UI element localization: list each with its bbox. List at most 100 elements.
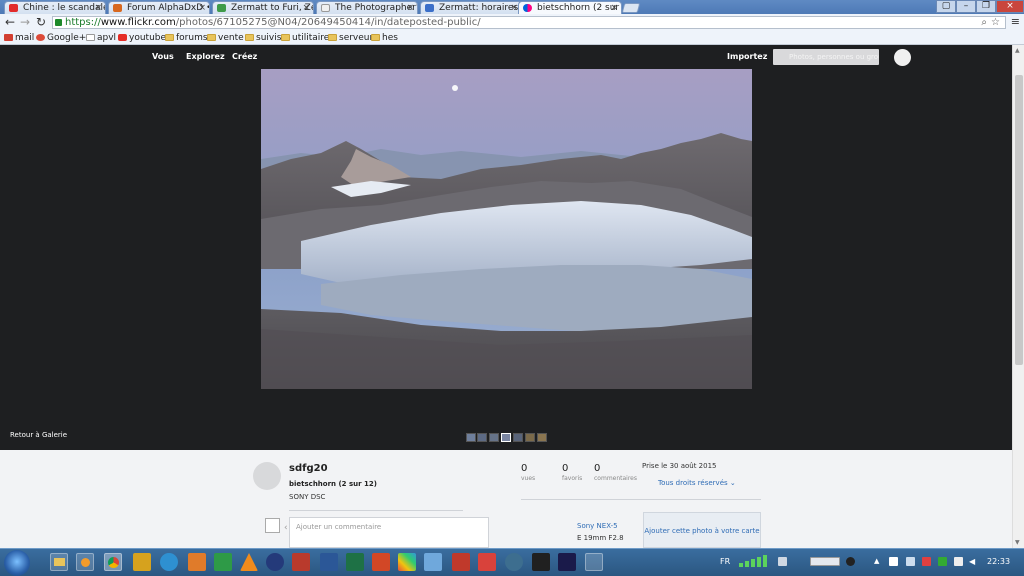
nav-creez[interactable]: Créez [232, 52, 257, 61]
app-icon[interactable] [505, 553, 523, 571]
close-window-button[interactable]: × [996, 0, 1024, 13]
menu-icon[interactable]: ≡ [1011, 15, 1020, 28]
vlc-icon[interactable] [240, 553, 258, 571]
bookmark-apvl[interactable]: apvl [86, 32, 116, 44]
windows-tray-icon[interactable] [889, 557, 898, 566]
tab-bietschhorn[interactable]: bietschhorn (2 sur 12 × [518, 1, 622, 14]
network-icon[interactable] [778, 557, 787, 566]
main-photo[interactable] [261, 69, 752, 389]
show-hidden-icon[interactable]: ▲ [874, 557, 883, 566]
media-player-icon[interactable] [76, 553, 94, 571]
filmstrip [466, 433, 548, 442]
app-icon[interactable] [266, 553, 284, 571]
tab-close-icon[interactable]: × [302, 2, 310, 14]
back-arrow-icon[interactable]: ← [5, 16, 15, 28]
filezilla-icon[interactable] [292, 553, 310, 571]
start-button[interactable] [4, 550, 30, 576]
app-icon[interactable] [532, 553, 550, 571]
filmstrip-thumb[interactable] [477, 433, 487, 442]
tray-icon[interactable] [938, 557, 947, 566]
search-input[interactable]: Photos, personnes ou groupes [773, 49, 879, 65]
app-icon[interactable] [452, 553, 470, 571]
page-scrollbar[interactable]: ▲ ▼ [1012, 45, 1024, 548]
owner-avatar[interactable] [253, 462, 281, 490]
filmstrip-thumb[interactable] [489, 433, 499, 442]
photo-viewer: Retour à Galerie [0, 69, 1012, 450]
app-icon[interactable] [133, 553, 151, 571]
word-icon[interactable] [320, 553, 338, 571]
excel-icon[interactable] [346, 553, 364, 571]
bookmark-suivis[interactable]: suivis [245, 32, 281, 44]
tab-close-icon[interactable]: × [198, 2, 206, 14]
tab-forum[interactable]: Forum AlphaDxD • C × [108, 1, 210, 14]
address-bar[interactable]: https://www.flickr.com/photos/67105275@N… [52, 16, 1006, 29]
new-tab-button[interactable] [621, 3, 641, 13]
filmstrip-thumb[interactable] [525, 433, 535, 442]
clock[interactable]: 22:33 [987, 557, 1010, 566]
nav-explorez[interactable]: Explorez [186, 52, 225, 61]
app-icon[interactable] [478, 553, 496, 571]
tab-close-icon[interactable]: × [510, 2, 518, 14]
app-icon[interactable] [214, 553, 232, 571]
tab-zermatt-horaires[interactable]: Zermatt: horaires et × [420, 1, 522, 14]
zoom-icon[interactable]: ⌕ [981, 17, 987, 28]
back-to-gallery-link[interactable]: Retour à Galerie [10, 431, 67, 439]
comment-input[interactable]: Ajouter un commentaire [289, 517, 489, 548]
bookmark-youtube[interactable]: youtube [118, 32, 166, 44]
chrome-icon[interactable] [104, 553, 122, 571]
bookmark-mail[interactable]: mail [4, 32, 34, 44]
add-to-map-button[interactable]: Ajouter cette photo à votre carte [643, 512, 761, 548]
app-icon[interactable] [558, 553, 576, 571]
photo-title: bietschhorn (2 sur 12) [289, 480, 377, 488]
reload-icon[interactable]: ↻ [36, 16, 46, 28]
minimize-button[interactable]: – [956, 0, 976, 13]
owner-name[interactable]: sdfg20 [289, 463, 328, 474]
tab-close-icon[interactable]: × [94, 2, 102, 14]
app-icon[interactable] [424, 553, 442, 571]
tray-icon[interactable] [922, 557, 931, 566]
forward-arrow-icon[interactable]: → [20, 16, 30, 28]
bookmark-utilitaire[interactable]: utilitaire [281, 32, 329, 44]
app-icon[interactable] [160, 553, 178, 571]
tab-chine[interactable]: Chine : le scandale d × [4, 1, 106, 14]
input-box-icon[interactable] [810, 557, 840, 566]
stat-favorites: 0 favoris [562, 463, 583, 482]
divider [289, 510, 463, 511]
tab-close-icon[interactable]: × [610, 2, 618, 14]
user-icon[interactable]: ▢ [936, 0, 956, 13]
app-icon[interactable] [398, 553, 416, 571]
bookmark-forums[interactable]: forums [165, 32, 208, 44]
bookmark-googleplus[interactable]: Google+ [36, 32, 86, 44]
volume-icon[interactable]: ◀ [969, 557, 978, 566]
network-signal-icon[interactable] [954, 557, 963, 566]
tab-photographer[interactable]: The Photographer's × [316, 1, 418, 14]
bookmark-vente[interactable]: vente [207, 32, 244, 44]
app-tray-icon[interactable] [846, 557, 855, 566]
signal-strength-icon[interactable] [739, 555, 767, 567]
tray-icon[interactable] [906, 557, 915, 566]
camera-link[interactable]: Sony NEX-5 [577, 522, 618, 530]
scroll-down-icon[interactable]: ▼ [1015, 539, 1020, 546]
app-icon[interactable] [188, 553, 206, 571]
folder-icon [245, 34, 254, 41]
filmstrip-thumb[interactable] [466, 433, 476, 442]
explorer-icon[interactable] [50, 553, 68, 571]
nav-vous[interactable]: Vous [152, 52, 174, 61]
account-avatar[interactable] [894, 49, 911, 66]
language-indicator[interactable]: FR [720, 557, 730, 566]
maximize-button[interactable]: ❐ [976, 0, 996, 13]
nav-importez[interactable]: Importez [727, 52, 767, 61]
tab-close-icon[interactable]: × [406, 2, 414, 14]
filmstrip-thumb-current[interactable] [501, 433, 511, 442]
license-dropdown[interactable]: Tous droits réservés ⌄ [658, 479, 736, 487]
scroll-up-icon[interactable]: ▲ [1015, 47, 1020, 54]
scroll-thumb[interactable] [1015, 75, 1023, 365]
powerpoint-icon[interactable] [372, 553, 390, 571]
bookmark-hes[interactable]: hes [371, 32, 398, 44]
tab-zermatt-furi[interactable]: Zermatt to Furi, Zerm × [212, 1, 314, 14]
filmstrip-thumb[interactable] [537, 433, 547, 442]
bookmark-serveur[interactable]: serveur [328, 32, 373, 44]
filmstrip-thumb[interactable] [513, 433, 523, 442]
star-icon[interactable]: ☆ [991, 17, 1000, 28]
app-icon[interactable] [585, 553, 603, 571]
